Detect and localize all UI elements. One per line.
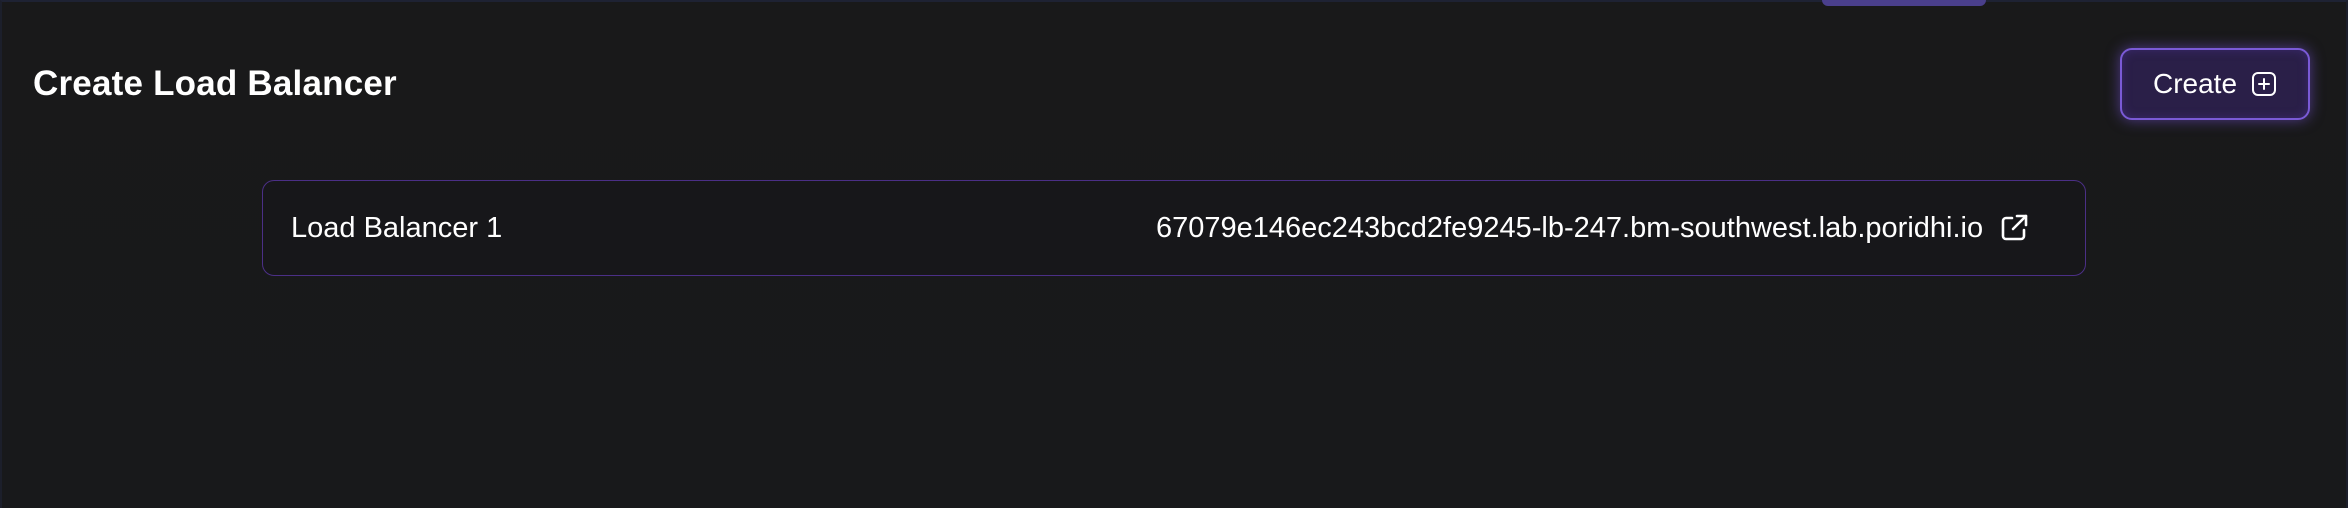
load-balancer-host: 67079e146ec243bcd2fe9245-lb-247.bm-south…	[1156, 211, 2031, 245]
active-tab-indicator	[1822, 0, 1986, 6]
create-button-label: Create	[2152, 68, 2238, 99]
external-link-icon[interactable]	[1997, 211, 2031, 245]
load-balancer-page: Create Load Balancer Create Load Balance…	[0, 0, 2348, 508]
load-balancer-name: Load Balancer 1	[291, 211, 503, 244]
load-balancer-host-text: 67079e146ec243bcd2fe9245-lb-247.bm-south…	[1156, 211, 1984, 244]
list-item: Load Balancer 1 67079e146ec243bcd2fe9245…	[262, 180, 2086, 276]
load-balancer-list: Load Balancer 1 67079e146ec243bcd2fe9245…	[262, 180, 2086, 276]
create-button[interactable]: Create	[2120, 48, 2310, 120]
page-header: Create Load Balancer Create	[33, 48, 2310, 120]
plus-square-icon	[2251, 71, 2277, 97]
page-title: Create Load Balancer	[33, 64, 397, 103]
